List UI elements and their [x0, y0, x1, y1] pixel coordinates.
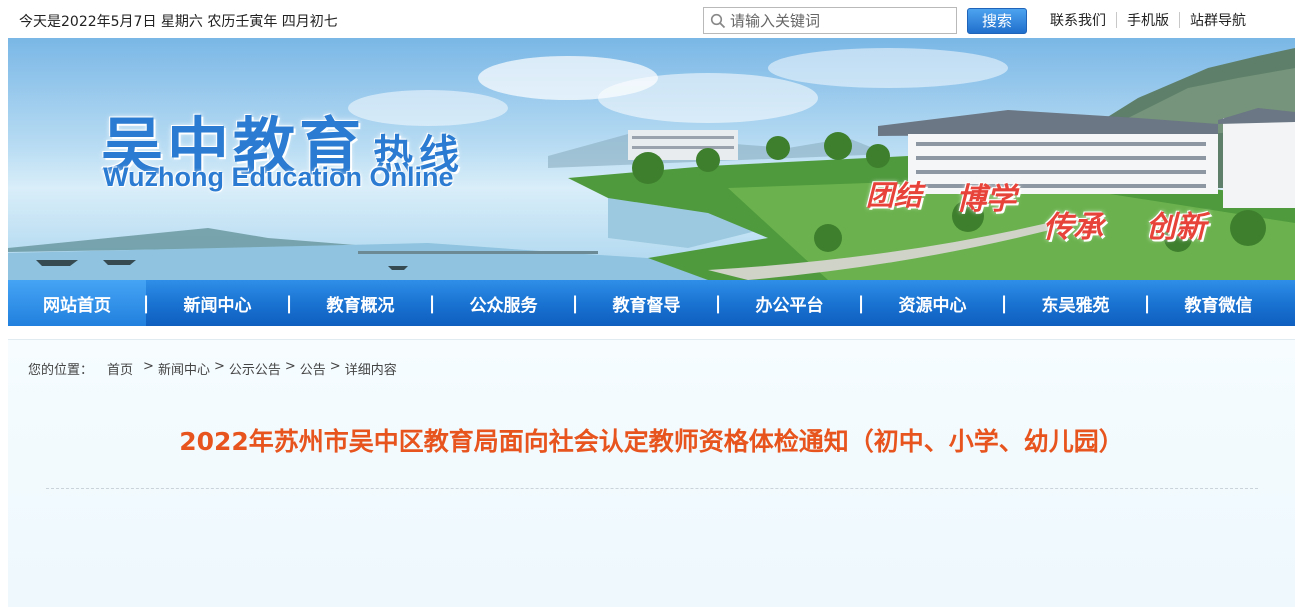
breadcrumb-separator: >: [213, 359, 225, 374]
breadcrumb-news-center[interactable]: 新闻中心: [158, 359, 210, 378]
content-area: 您的位置： 首页 > 新闻中心 > 公示公告 > 公告 > 详细内容 2022年…: [8, 339, 1295, 607]
breadcrumb-current: 详细内容: [344, 363, 397, 378]
title-divider: [46, 488, 1258, 489]
site-group-nav-link[interactable]: 站群导航: [1180, 10, 1256, 30]
search-button[interactable]: 搜索: [967, 8, 1027, 34]
nav-item-home[interactable]: 网站首页: [8, 280, 146, 326]
breadcrumb-separator: >: [284, 359, 296, 374]
motto-text: 博学: [956, 182, 1016, 217]
nav-item-resource-center[interactable]: 资源中心: [861, 280, 1004, 326]
logo-english: Wuzhong Education Online: [103, 162, 454, 192]
search-box[interactable]: [703, 7, 957, 34]
breadcrumb-announcements[interactable]: 公示公告: [229, 359, 281, 378]
nav-item-office-platform[interactable]: 办公平台: [718, 280, 861, 326]
breadcrumb-label: 您的位置：: [28, 363, 94, 378]
mobile-version-link[interactable]: 手机版: [1117, 10, 1179, 30]
search-icon: [710, 13, 726, 29]
search-input[interactable]: [730, 9, 952, 32]
nav-item-education-overview[interactable]: 教育概况: [289, 280, 432, 326]
motto-text: 创新: [1146, 210, 1206, 245]
breadcrumb-notice[interactable]: 公告: [300, 359, 326, 378]
date-text: 今天是2022年5月7日 星期六 农历壬寅年 四月初七: [19, 14, 338, 30]
nav-item-public-services[interactable]: 公众服务: [432, 280, 575, 326]
main-nav: 网站首页 | 新闻中心 | 教育概况 | 公众服务 | 教育督导 | 办公平台 …: [8, 280, 1295, 326]
nav-item-dongwu-yayuan[interactable]: 东吴雅苑: [1004, 280, 1147, 326]
breadcrumb: 您的位置： 首页 > 新闻中心 > 公示公告 > 公告 > 详细内容: [28, 359, 397, 378]
motto-text: 传承: [1043, 210, 1103, 245]
breadcrumb-home[interactable]: 首页: [107, 359, 133, 378]
nav-item-education-wechat[interactable]: 教育微信: [1147, 280, 1290, 326]
breadcrumb-separator: >: [143, 359, 154, 374]
contact-us-link[interactable]: 联系我们: [1040, 10, 1116, 30]
breadcrumb-separator: >: [329, 359, 341, 374]
nav-item-news-center[interactable]: 新闻中心: [146, 280, 289, 326]
nav-item-education-supervision[interactable]: 教育督导: [575, 280, 718, 326]
top-bar: 今天是2022年5月7日 星期六 农历壬寅年 四月初七 搜索 联系我们 手机版 …: [0, 0, 1295, 38]
header-banner: 吴中教育 热线 Wuzhong Education Online 团结 博学 传承…: [8, 38, 1295, 280]
motto-text: 团结: [866, 179, 923, 212]
article-title: 2022年苏州市吴中区教育局面向社会认定教师资格体检通知（初中、小学、幼儿园）: [179, 427, 1124, 456]
top-links: 联系我们 手机版 站群导航: [1040, 10, 1256, 30]
